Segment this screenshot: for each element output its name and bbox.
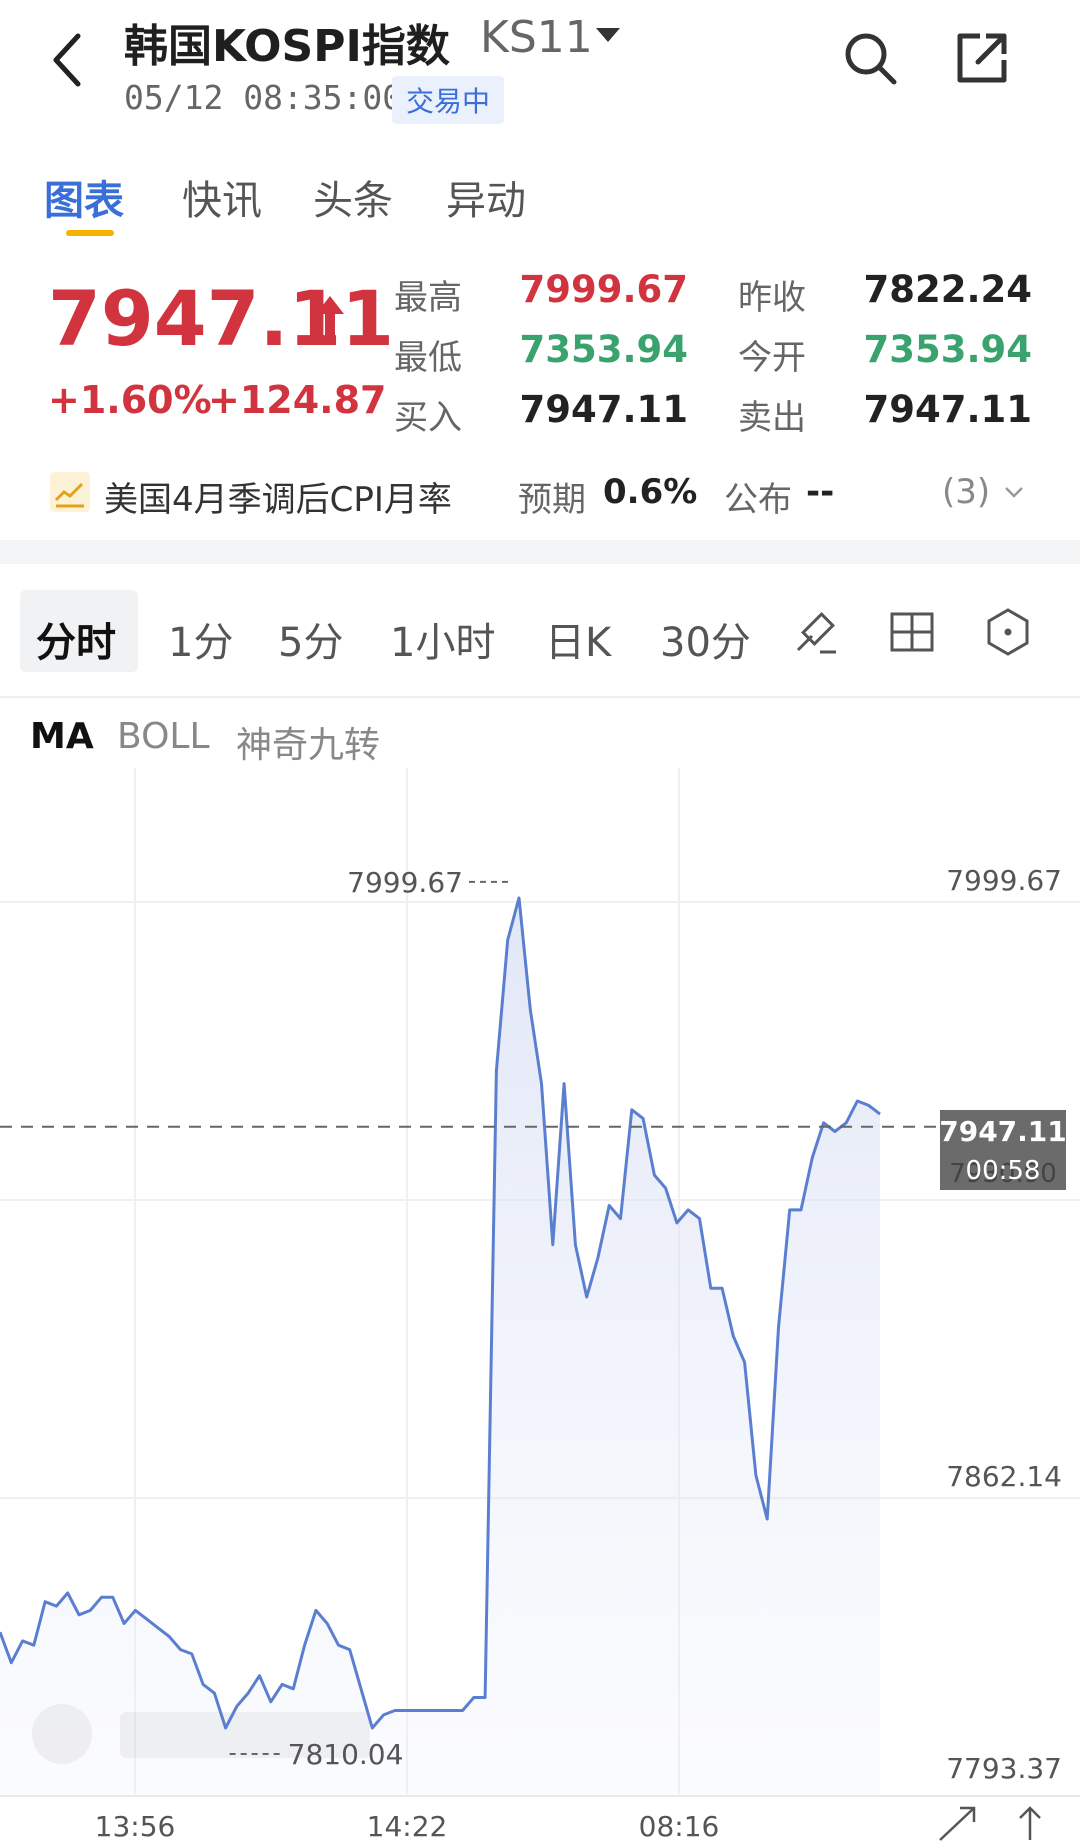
active-tab-indicator	[66, 230, 114, 236]
low-label: 最低	[394, 338, 462, 378]
trend-chart-icon	[50, 472, 90, 512]
ask-value: 7947.11	[863, 388, 1032, 431]
fullscreen-expand-icon[interactable]	[939, 1806, 976, 1841]
drawing-tool-icon[interactable]	[790, 606, 842, 658]
period-5min[interactable]: 5分	[278, 610, 343, 668]
search-icon[interactable]	[840, 28, 900, 88]
bid-label: 买入	[394, 398, 462, 438]
low-value: 7353.94	[519, 328, 688, 371]
toolbar-separator	[0, 696, 1080, 698]
section-divider	[0, 540, 1080, 564]
indicator-boll[interactable]: BOLL	[117, 716, 210, 757]
tab-flash-news[interactable]: 快讯	[182, 168, 262, 226]
period-intraday[interactable]: 分时	[36, 610, 116, 668]
prev-close-label: 昨收	[738, 278, 806, 318]
high-label: 最高	[394, 278, 462, 318]
max-value-marker: 7999.67	[347, 866, 463, 899]
chevron-down-icon[interactable]	[1000, 478, 1028, 506]
period-30min[interactable]: 30分	[660, 610, 751, 668]
settings-hexagon-icon[interactable]	[982, 606, 1034, 658]
trading-status-badge: 交易中	[392, 76, 505, 124]
period-1hour[interactable]: 1小时	[390, 610, 495, 668]
intraday-chart[interactable]: 7999.67 7810.04 7999.67 7862.14 7793.37 …	[0, 768, 1080, 1842]
price-area-fill	[0, 897, 880, 1796]
published-value: --	[806, 472, 835, 512]
scroll-to-top-icon[interactable]	[1019, 1806, 1041, 1840]
y-axis-label-top: 7999.67	[946, 864, 1062, 897]
ask-label: 卖出	[738, 398, 806, 438]
x-axis-tick-1: 13:56	[95, 1810, 176, 1842]
high-value: 7999.67	[519, 268, 688, 311]
x-axis-tick-2: 14:22	[367, 1810, 448, 1842]
period-daily[interactable]: 日K	[545, 610, 611, 668]
x-axis-tick-3: 08:16	[639, 1810, 720, 1842]
news-count[interactable]: (3)	[942, 472, 990, 512]
symbol-dropdown-icon[interactable]	[596, 28, 620, 42]
indicator-magic-nine[interactable]: 神奇九转	[236, 716, 380, 768]
up-arrow-icon	[316, 296, 344, 336]
symbol-code[interactable]: KS11	[480, 12, 593, 63]
page-title: 韩国KOSPI指数	[124, 21, 450, 72]
open-value: 7353.94	[863, 328, 1032, 371]
news-title[interactable]: 美国4月季调后CPI月率	[104, 472, 452, 521]
share-icon[interactable]	[952, 28, 1012, 88]
quote-datetime: 05/12 08:35:00	[124, 78, 403, 117]
tab-headlines[interactable]: 头条	[313, 168, 393, 226]
prev-close-value: 7822.24	[863, 268, 1032, 311]
period-1min[interactable]: 1分	[168, 610, 233, 668]
open-label: 今开	[738, 338, 806, 378]
change-percent: +1.60%	[48, 378, 212, 422]
expected-label: 预期	[518, 480, 586, 520]
y-axis-label-bottom: 7793.37	[946, 1752, 1062, 1785]
current-price-tag: 7947.11	[939, 1115, 1067, 1148]
tab-chart[interactable]: 图表	[44, 168, 124, 226]
min-value-marker: 7810.04	[288, 1738, 404, 1771]
bid-value: 7947.11	[519, 388, 688, 431]
published-label: 公布	[724, 480, 792, 520]
change-absolute: +124.87	[208, 378, 387, 422]
layout-grid-icon[interactable]	[886, 606, 938, 658]
indicator-ma[interactable]: MA	[30, 716, 94, 757]
expected-value: 0.6%	[603, 472, 698, 512]
y-axis-label-mid: 7862.14	[946, 1460, 1062, 1493]
countdown-timer-tag: 00:58	[966, 1156, 1041, 1186]
back-icon[interactable]	[44, 30, 92, 90]
tab-movements[interactable]: 异动	[446, 168, 526, 226]
